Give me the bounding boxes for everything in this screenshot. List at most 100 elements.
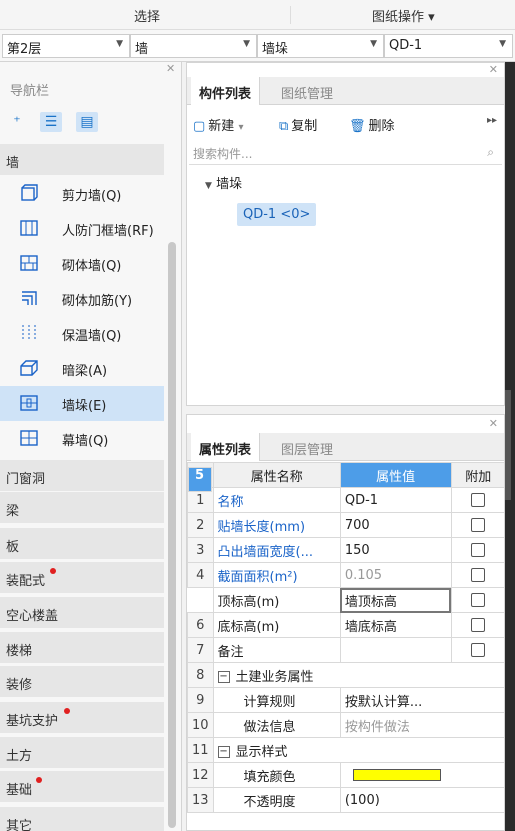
right-edge-bar [505,62,515,831]
nav-group-foundation[interactable]: 基础 [0,771,164,803]
select-menu[interactable]: 选择 [134,6,160,25]
nav-group-pit-support[interactable]: 基坑支护 [0,702,164,734]
table-row[interactable]: 4 截面面积(m²) 0.105 [187,562,504,588]
category-select[interactable]: 墙 ▼ [130,34,257,58]
chevron-down-icon: ▼ [370,39,377,49]
nav-group-earthwork[interactable]: 土方 [0,737,164,769]
table-row-selected[interactable]: 5 顶标高(m) 墙顶标高 [187,466,504,613]
copy-button[interactable]: ⧉ 复制 [279,115,317,134]
chevron-down-icon: ▾ [238,122,244,133]
splitter-handle[interactable] [505,390,511,500]
nav-group-slab[interactable]: 板 [0,528,164,560]
nav-group-wall[interactable]: 墙 [0,144,164,176]
tab-drawing-management[interactable]: 图纸管理 [273,77,341,105]
extra-checkbox[interactable] [471,543,486,557]
notification-dot [64,708,70,714]
table-row[interactable]: 2 贴墙长度(mm) 700 [187,512,504,538]
nav-item-label: 砌体墙(Q) [62,259,122,274]
property-group-label: 显示样式 [235,744,288,760]
property-value[interactable]: 150 [339,537,452,563]
property-value[interactable]: 墙底标高 [339,612,452,638]
component-select[interactable]: QD-1 ▼ [384,34,513,58]
tree-node-qd1[interactable]: QD-1 <0> [237,203,317,226]
delete-button[interactable]: 🗑 删除 [349,115,395,134]
nav-scrollbar[interactable] [168,242,176,828]
nav-item-wall-pier[interactable]: 墙垛(E) [0,386,164,421]
new-button[interactable]: ▢ 新建 ▾ [193,115,243,134]
property-group: − 显示样式 [212,737,504,763]
sparkle-icon[interactable]: ⁺ [6,112,28,132]
more-icon[interactable]: ▸▸ [487,115,497,126]
nav-item-masonry-rebar[interactable]: 砌体加筋(Y) [0,281,164,316]
property-value[interactable]: QD-1 [339,487,452,513]
property-value[interactable]: 700 [339,512,452,538]
row-number: 13 [187,787,214,813]
extra-checkbox[interactable] [471,493,486,507]
nav-item-civil-defense-wall[interactable]: 人防门框墙(RF) [0,211,164,246]
table-row[interactable]: 1 名称 QD-1 [187,487,504,513]
property-value[interactable]: 按默认计算... [339,687,504,713]
nav-item-hidden-beam[interactable]: 暗梁(A) [0,351,164,386]
nav-group-label: 装修 [6,678,33,693]
nav-item-curtain-wall[interactable]: 幕墙(Q) [0,421,164,456]
extra-checkbox[interactable] [471,518,486,532]
tree-node-wall-pier[interactable]: ▼ 墙垛 [205,173,242,192]
tab-layer-management[interactable]: 图层管理 [273,433,341,461]
table-row-group[interactable]: 11 − 显示样式 [187,737,504,763]
drawing-ops-menu[interactable]: 图纸操作 ▾ [372,6,435,25]
detail-view-icon[interactable]: ▤ [76,112,98,132]
property-tabbar: 属性列表 图层管理 [187,433,504,461]
masonry-wall-icon [20,255,38,271]
close-icon[interactable]: ✕ [166,62,175,75]
list-view-icon[interactable]: ☰ [40,112,62,132]
property-name: 做法信息 [212,712,341,738]
row-number: 7 [187,637,214,663]
nav-group-beam[interactable]: 梁 [0,492,164,524]
type-select[interactable]: 墙垛 ▼ [257,34,384,58]
table-row[interactable]: 13 不透明度 (100) [187,787,504,813]
table-row[interactable]: 3 凸出墙面宽度(... 150 [187,537,504,563]
extra-checkbox[interactable] [471,593,486,607]
nav-item-insulation-wall[interactable]: 保温墙(Q) [0,316,164,351]
component-search-input[interactable]: 搜索构件... ⌕ [189,143,502,165]
collapse-icon[interactable]: − [217,671,230,683]
property-value[interactable]: 按构件做法 [339,712,504,738]
property-value[interactable] [339,637,452,663]
table-row[interactable]: 12 填充颜色 [187,762,504,788]
nav-group-prefab[interactable]: 装配式 [0,562,164,594]
search-icon[interactable]: ⌕ [487,145,494,160]
civil-defense-door-wall-icon [20,220,38,236]
nav-group-doors-windows[interactable]: 门窗洞 [0,460,164,492]
hidden-beam-icon [20,360,38,376]
table-row-group[interactable]: 8 − 土建业务属性 [187,662,504,688]
property-value[interactable]: (100) [339,787,504,813]
tab-component-list[interactable]: 构件列表 [191,77,261,105]
nav-group-decoration[interactable]: 装修 [0,666,164,698]
extra-checkbox[interactable] [471,643,486,657]
table-row[interactable]: 7 备注 [187,637,504,663]
floor-select-value: 第2层 [7,42,42,57]
fill-color-swatch[interactable] [352,769,441,781]
extra-checkbox[interactable] [471,618,486,632]
close-icon[interactable]: ✕ [489,417,498,430]
property-value-editing[interactable]: 墙顶标高 [339,587,452,613]
floor-select[interactable]: 第2层 ▼ [2,34,130,58]
nav-group-hollow-floor[interactable]: 空心楼盖 [0,597,164,629]
extra-checkbox[interactable] [471,568,486,582]
fill-color-cell[interactable] [339,762,504,788]
nav-group-stairs[interactable]: 楼梯 [0,632,164,664]
nav-item-masonry-wall[interactable]: 砌体墙(Q) [0,246,164,281]
property-group-label: 土建业务属性 [235,669,314,685]
close-icon[interactable]: ✕ [489,63,498,76]
tab-property-list[interactable]: 属性列表 [191,433,261,461]
table-row[interactable]: 9 计算规则 按默认计算... [187,687,504,713]
nav-item-shear-wall[interactable]: 剪力墙(Q) [0,176,164,211]
table-row[interactable]: 6 底标高(m) 墙底标高 [187,612,504,638]
property-name: 截面面积(m²) [212,562,341,588]
table-row[interactable]: 10 做法信息 按构件做法 [187,712,504,738]
component-list-panel: ✕ 构件列表 图纸管理 ▢ 新建 ▾ ⧉ 复制 🗑 删除 ▸▸ 搜索构件... ⌕ ▼… [186,62,505,406]
row-number: 4 [187,562,214,588]
nav-group-label: 基坑支护 [6,714,59,729]
nav-group-other[interactable]: 其它 [0,807,164,831]
collapse-icon[interactable]: − [217,746,230,758]
